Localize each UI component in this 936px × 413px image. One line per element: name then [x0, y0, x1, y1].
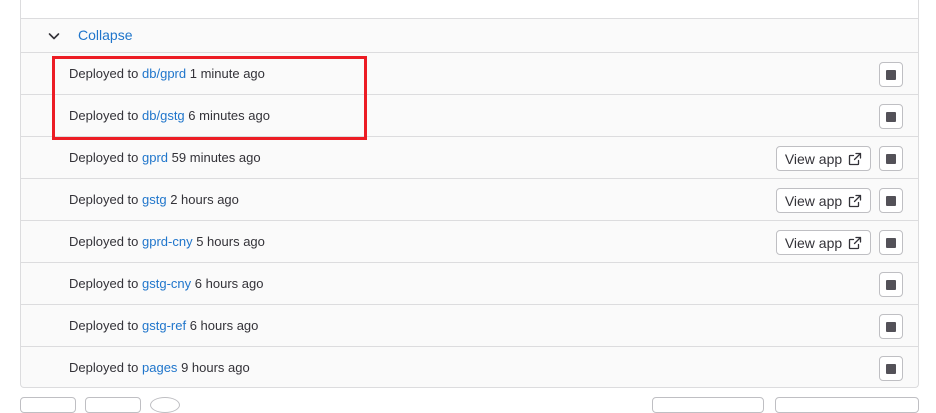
deployment-text: Deployed to gprd-cny 5 hours ago [69, 234, 265, 249]
environment-link[interactable]: gstg [142, 192, 167, 207]
collapse-label[interactable]: Collapse [78, 27, 132, 43]
external-link-icon [849, 152, 862, 165]
stop-icon [886, 363, 896, 374]
deployment-time: 1 minute ago [189, 66, 265, 81]
deployment-time: 6 minutes ago [188, 108, 270, 123]
deployment-row: Deployed to gprd-cny 5 hours ago View ap… [21, 221, 918, 263]
deployed-to-label: Deployed to [69, 192, 139, 207]
deployment-text: Deployed to pages 9 hours ago [69, 360, 250, 375]
deployed-to-label: Deployed to [69, 150, 139, 165]
view-app-button[interactable]: View app [776, 230, 871, 255]
deployment-text: Deployed to gstg-cny 6 hours ago [69, 276, 263, 291]
deployed-to-label: Deployed to [69, 66, 139, 81]
deployment-row: Deployed to pages 9 hours ago [21, 347, 918, 387]
deployments-panel: Collapse Deployed to db/gprd 1 minute ag… [20, 0, 919, 388]
deployment-row: Deployed to gstg-ref 6 hours ago [21, 305, 918, 347]
stop-icon [886, 111, 896, 122]
view-app-label: View app [784, 192, 843, 209]
environment-link[interactable]: gprd [142, 150, 168, 165]
stop-environment-button[interactable] [879, 146, 903, 171]
stop-icon [886, 195, 896, 206]
view-app-button[interactable]: View app [776, 188, 871, 213]
deployed-to-label: Deployed to [69, 360, 139, 375]
chevron-down-icon [46, 28, 62, 44]
stop-environment-button[interactable] [879, 272, 903, 297]
stop-environment-button[interactable] [879, 104, 903, 129]
deployment-row: Deployed to gstg-cny 6 hours ago [21, 263, 918, 305]
deployment-time: 9 hours ago [181, 360, 250, 375]
deployment-row: Deployed to db/gstg 6 minutes ago [21, 95, 918, 137]
deployment-row: Deployed to gprd 59 minutes ago View app [21, 137, 918, 179]
deployment-time: 5 hours ago [196, 234, 265, 249]
bottom-toolbar-button[interactable] [652, 397, 764, 413]
collapse-toggle[interactable]: Collapse [21, 19, 918, 53]
bottom-toolbar-button[interactable] [150, 397, 180, 413]
stop-environment-button[interactable] [879, 62, 903, 87]
stop-icon [886, 279, 896, 290]
deployment-text: Deployed to db/gprd 1 minute ago [69, 66, 265, 81]
deployed-to-label: Deployed to [69, 318, 139, 333]
stop-environment-button[interactable] [879, 230, 903, 255]
deployment-time: 6 hours ago [194, 276, 264, 291]
stop-icon [886, 321, 896, 332]
deployment-row: Deployed to gstg 2 hours ago View app [21, 179, 918, 221]
stop-icon [886, 237, 896, 248]
environment-link[interactable]: gstg-cny [142, 276, 191, 291]
deployment-text: Deployed to gstg 2 hours ago [69, 192, 239, 207]
deployed-to-label: Deployed to [69, 108, 139, 123]
environment-link[interactable]: db/gprd [142, 66, 186, 81]
previous-section-strip [21, 0, 918, 19]
bottom-toolbar-button[interactable] [20, 397, 76, 413]
view-app-label: View app [784, 234, 843, 251]
deployment-text: Deployed to db/gstg 6 minutes ago [69, 108, 270, 123]
view-app-button[interactable]: View app [776, 146, 871, 171]
deployment-time: 6 hours ago [189, 318, 259, 333]
bottom-toolbar-button[interactable] [775, 397, 919, 413]
stop-environment-button[interactable] [879, 314, 903, 339]
external-link-icon [849, 194, 862, 207]
external-link-icon [849, 236, 862, 249]
deployment-time: 2 hours ago [170, 192, 239, 207]
deployed-to-label: Deployed to [69, 234, 139, 249]
environment-link[interactable]: gprd-cny [142, 234, 193, 249]
environment-link[interactable]: pages [142, 360, 177, 375]
deployment-row: Deployed to db/gprd 1 minute ago [21, 53, 918, 95]
bottom-toolbar-button[interactable] [85, 397, 141, 413]
deployed-to-label: Deployed to [69, 276, 139, 291]
stop-environment-button[interactable] [879, 356, 903, 381]
environment-link[interactable]: db/gstg [142, 108, 185, 123]
deployment-text: Deployed to gstg-ref 6 hours ago [69, 318, 258, 333]
stop-icon [886, 153, 896, 164]
deployment-text: Deployed to gprd 59 minutes ago [69, 150, 261, 165]
stop-icon [886, 69, 896, 80]
deployment-time: 59 minutes ago [171, 150, 261, 165]
stop-environment-button[interactable] [879, 188, 903, 213]
view-app-label: View app [784, 150, 843, 167]
environment-link[interactable]: gstg-ref [142, 318, 186, 333]
